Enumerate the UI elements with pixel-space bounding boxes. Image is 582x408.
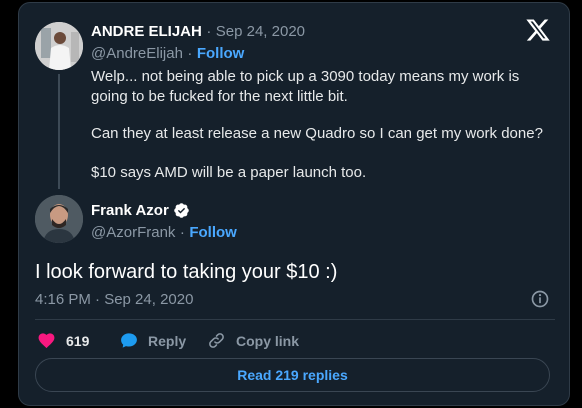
reply-author-name[interactable]: Frank Azor xyxy=(91,202,169,219)
parent-tweet-header: ANDRE ELIJAH · Sep 24, 2020 xyxy=(91,23,305,41)
read-replies-button[interactable]: Read 219 replies xyxy=(35,358,550,392)
reply-timestamp[interactable]: 4:16 PM · Sep 24, 2020 xyxy=(35,291,193,308)
avatar-frank-azor[interactable] xyxy=(35,195,83,243)
parent-tweet-date[interactable]: Sep 24, 2020 xyxy=(216,23,305,40)
follow-button-frank[interactable]: Follow xyxy=(189,224,237,241)
reply-handle-separator: · xyxy=(179,224,185,241)
avatar-andre-elijah[interactable] xyxy=(35,22,83,70)
thread-connector-line xyxy=(58,74,60,189)
parent-author-name[interactable]: ANDRE ELIJAH xyxy=(91,23,202,40)
link-icon[interactable] xyxy=(207,331,226,350)
reply-tweet-header: Frank Azor xyxy=(91,202,190,219)
parent-tweet-line-2: going to be fucked for the next little b… xyxy=(91,88,348,105)
parent-tweet-line-1: Welp... not being able to pick up a 3090… xyxy=(91,68,520,85)
handle-separator: · xyxy=(187,45,193,62)
parent-author-handle[interactable]: @AndreElijah xyxy=(91,45,183,62)
heart-icon[interactable] xyxy=(37,331,56,350)
reply-author-handle[interactable]: @AzorFrank xyxy=(91,224,175,241)
copy-link-label[interactable]: Copy link xyxy=(236,333,299,349)
header-separator: · xyxy=(206,23,212,40)
like-count[interactable]: 619 xyxy=(66,333,89,349)
parent-handle-row: @AndreElijah · Follow xyxy=(91,45,244,63)
tweet-embed-card: ANDRE ELIJAH · Sep 24, 2020 @AndreElijah… xyxy=(18,2,570,406)
follow-button-andre[interactable]: Follow xyxy=(197,45,245,62)
info-icon[interactable] xyxy=(530,289,550,309)
reply-bubble-icon[interactable] xyxy=(119,331,139,350)
reply-handle-row: @AzorFrank · Follow xyxy=(91,224,237,242)
reply-action-label[interactable]: Reply xyxy=(148,333,186,349)
parent-tweet-line-4: $10 says AMD will be a paper launch too. xyxy=(91,164,367,181)
reply-tweet-text: I look forward to taking your $10 :) xyxy=(35,261,338,283)
actions-divider xyxy=(35,319,555,320)
x-logo-icon[interactable] xyxy=(525,17,551,43)
parent-tweet-line-3: Can they at least release a new Quadro s… xyxy=(91,125,543,142)
verified-badge-icon xyxy=(174,203,189,218)
